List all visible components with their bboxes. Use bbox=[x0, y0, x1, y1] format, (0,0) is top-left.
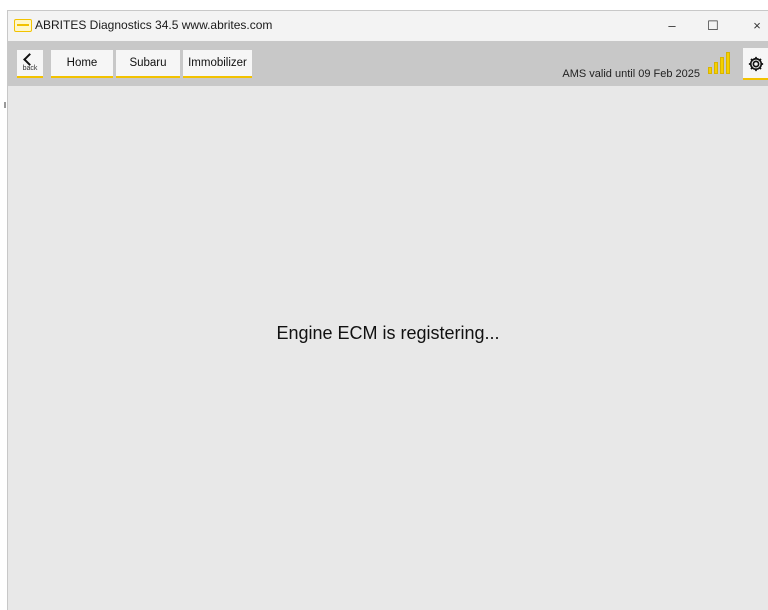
main-content-area: Engine ECM is registering... bbox=[8, 86, 768, 610]
ams-validity-status: AMS valid until 09 Feb 2025 bbox=[562, 68, 700, 80]
title-bar: ABRITES Diagnostics 34.5 www.abrites.com… bbox=[8, 11, 768, 41]
abrites-logo-icon bbox=[14, 19, 32, 32]
app-window: ABRITES Diagnostics 34.5 www.abrites.com… bbox=[7, 10, 768, 610]
breadcrumb-home[interactable]: Home bbox=[51, 50, 113, 78]
signal-bar bbox=[720, 57, 724, 74]
signal-bar bbox=[714, 62, 718, 74]
navigation-toolbar: back Home Subaru Immobilizer AMS valid u… bbox=[8, 41, 768, 86]
signal-strength-icon bbox=[708, 52, 736, 74]
signal-bar bbox=[726, 52, 730, 74]
settings-button[interactable] bbox=[743, 48, 768, 80]
back-label: back bbox=[22, 65, 38, 72]
breadcrumb-subaru[interactable]: Subaru bbox=[116, 50, 180, 78]
signal-bar bbox=[708, 67, 712, 74]
maximize-button[interactable]: ☐ bbox=[695, 11, 731, 41]
close-button[interactable]: × bbox=[739, 11, 768, 41]
breadcrumb-immobilizer[interactable]: Immobilizer bbox=[183, 50, 252, 78]
gear-icon bbox=[748, 56, 764, 72]
window-title: ABRITES Diagnostics 34.5 www.abrites.com bbox=[35, 18, 273, 32]
chevron-left-icon bbox=[23, 53, 36, 66]
minimize-button[interactable]: – bbox=[654, 11, 690, 41]
status-message: Engine ECM is registering... bbox=[276, 323, 500, 343]
window-edge-mark bbox=[4, 102, 6, 108]
back-button[interactable]: back bbox=[17, 50, 43, 78]
